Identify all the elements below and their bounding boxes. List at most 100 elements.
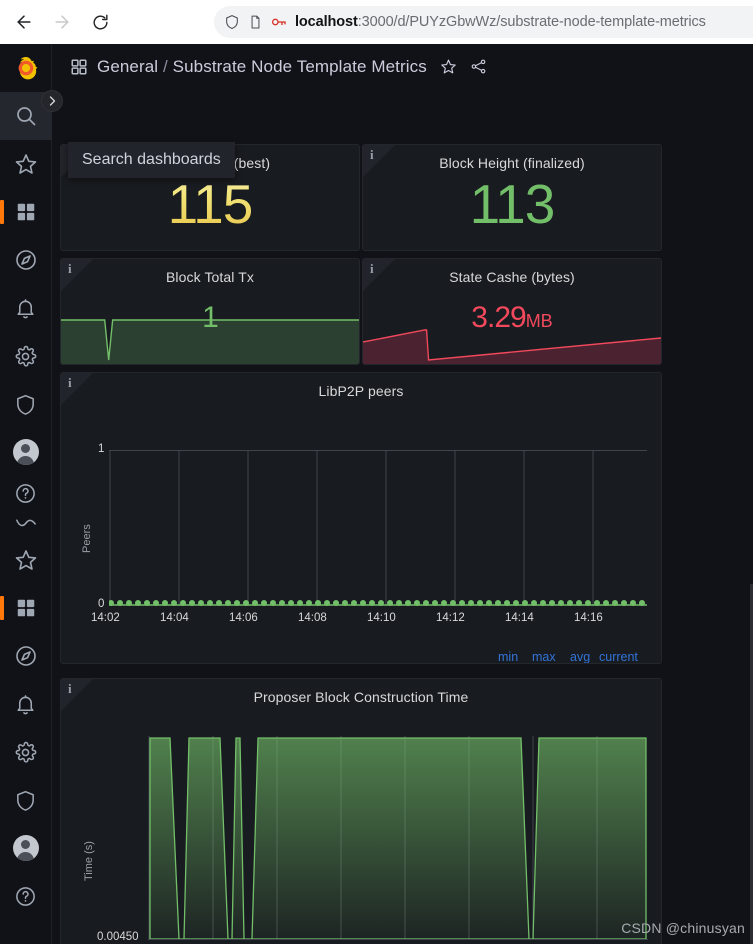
dashboards-grid-icon [17, 203, 34, 221]
graph-area-libp2p[interactable]: Peers 1 0 14:02 14:04 14:06 14:08 14:10 … [61, 403, 661, 663]
info-icon[interactable]: i [370, 147, 374, 163]
panel-libp2p-peers[interactable]: i LibP2P peers Peers 1 0 14:02 14:04 14:… [60, 372, 662, 664]
y-tick-bottom: 0 [98, 598, 105, 610]
x-tick: 14:12 [436, 612, 465, 624]
panel-title: Block Total Tx [165, 269, 255, 285]
back-button[interactable] [8, 6, 40, 38]
legend-col-max[interactable]: max [532, 650, 556, 663]
forward-button[interactable] [46, 6, 78, 38]
gear-icon [15, 741, 37, 763]
panel-block-height-finalized[interactable]: i Block Height (finalized) 113 [362, 144, 662, 251]
stat-unit: MB [525, 311, 553, 331]
shield-icon [17, 790, 34, 811]
reload-icon [92, 14, 108, 30]
panel-block-total-tx[interactable]: i Block Total Tx 1 [60, 258, 360, 365]
panel-title: Proposer Block Construction Time [253, 689, 469, 705]
question-circle-icon [16, 483, 35, 503]
graph-area-proposer[interactable]: Time (s) 0.00450 [61, 709, 661, 944]
compass-icon [15, 250, 36, 270]
search-icon [16, 107, 35, 126]
stat-value: 3.29MB [363, 301, 661, 335]
stat-value: 1 [202, 301, 219, 334]
browser-toolbar: localhost:3000/d/PUYzGbwWz/substrate-nod… [0, 0, 753, 44]
info-icon[interactable]: i [68, 375, 72, 391]
sidebar-item-alerting-2[interactable] [0, 680, 52, 728]
stat-number: 3.29 [471, 301, 526, 334]
sidebar-item-news[interactable] [0, 510, 52, 536]
sidebar-item-dashboards[interactable] [0, 188, 52, 236]
libp2p-datapoints [109, 600, 645, 606]
dashboard-canvas: i Block Height (best) 115 i Block Height… [52, 89, 753, 944]
watermark: CSDN @chinusyan [621, 920, 745, 936]
avatar-icon [12, 439, 39, 465]
shield-icon [224, 14, 240, 30]
grafana-logo-icon [18, 57, 37, 80]
sidebar-item-server-admin-2[interactable] [0, 776, 52, 824]
search-dashboards-tooltip: Search dashboards [68, 142, 235, 178]
stat-value: 115 [61, 172, 359, 236]
panel-proposer-block-construction-time[interactable]: i Proposer Block Construction Time Time … [60, 678, 662, 944]
panel-info-corner [363, 259, 395, 291]
sidebar-item-configuration[interactable] [0, 332, 52, 380]
address-bar[interactable]: localhost:3000/d/PUYzGbwWz/substrate-nod… [214, 6, 753, 38]
star-icon [441, 59, 456, 74]
dashboard-header: General / Substrate Node Template Metric… [52, 44, 753, 89]
panel-title: State Cashe (bytes) [449, 269, 575, 285]
panel-state-cashe[interactable]: i State Cashe (bytes) 3.29MB [362, 258, 662, 365]
x-tick: 14:06 [229, 612, 258, 624]
sidebar-item-dashboards-2[interactable] [0, 584, 52, 632]
forward-arrow-icon [55, 15, 69, 29]
sidebar-item-help[interactable] [0, 476, 52, 510]
wave-icon [15, 519, 36, 527]
breadcrumb[interactable]: General / Substrate Node Template Metric… [97, 57, 427, 77]
sidebar-expand-button[interactable] [41, 90, 63, 112]
reload-button[interactable] [84, 6, 116, 38]
browser-nav-buttons [0, 6, 116, 38]
info-icon[interactable]: i [68, 681, 72, 697]
info-icon[interactable]: i [68, 261, 72, 277]
panel-info-corner [61, 259, 93, 291]
sidebar-item-starred[interactable] [0, 140, 52, 188]
stat-value: 113 [469, 173, 556, 235]
sidebar-item-starred-2[interactable] [0, 536, 52, 584]
breadcrumb-separator: / [158, 56, 173, 76]
url-path: :3000/d/PUYzGbwWz/substrate-node-templat… [357, 14, 706, 30]
sidebar-item-profile-2[interactable] [0, 824, 52, 872]
star-icon [15, 154, 36, 174]
proposer-plot [148, 736, 648, 940]
grafana-logo[interactable] [0, 44, 52, 92]
sidebar-item-configuration-2[interactable] [0, 728, 52, 776]
bell-icon [17, 694, 34, 714]
page-title[interactable]: Substrate Node Template Metrics [173, 57, 427, 76]
panel-info-corner [363, 145, 395, 177]
compass-icon [15, 646, 36, 666]
question-circle-icon [16, 886, 35, 906]
x-tick: 14:08 [298, 612, 327, 624]
breadcrumb-folder[interactable]: General [97, 57, 158, 76]
sidebar-item-alerting[interactable] [0, 284, 52, 332]
sidebar [0, 44, 52, 944]
panel-title: LibP2P peers [318, 383, 404, 399]
legend-col-avg[interactable]: avg [570, 650, 590, 663]
info-icon[interactable]: i [370, 261, 374, 277]
legend-col-current[interactable]: current [599, 650, 638, 663]
sidebar-item-explore-2[interactable] [0, 632, 52, 680]
dashboards-grid-icon [17, 599, 34, 617]
sidebar-item-profile[interactable] [0, 428, 52, 476]
url-host: localhost [295, 14, 358, 30]
legend-col-min[interactable]: min [498, 650, 518, 663]
mark-favorite-button[interactable] [440, 58, 457, 75]
x-tick: 14:14 [505, 612, 534, 624]
libp2p-plot [109, 450, 647, 606]
x-tick: 14:16 [574, 612, 603, 624]
sidebar-item-help-2[interactable] [0, 872, 52, 920]
share-dashboard-button[interactable] [470, 58, 487, 75]
shield-icon [17, 394, 34, 415]
sidebar-item-server-admin[interactable] [0, 380, 52, 428]
star-icon [15, 550, 36, 570]
x-tick: 14:04 [160, 612, 189, 624]
panel-info-corner [61, 373, 93, 405]
y-axis-label: Peers [81, 524, 93, 553]
key-icon [271, 15, 287, 29]
sidebar-item-explore[interactable] [0, 236, 52, 284]
